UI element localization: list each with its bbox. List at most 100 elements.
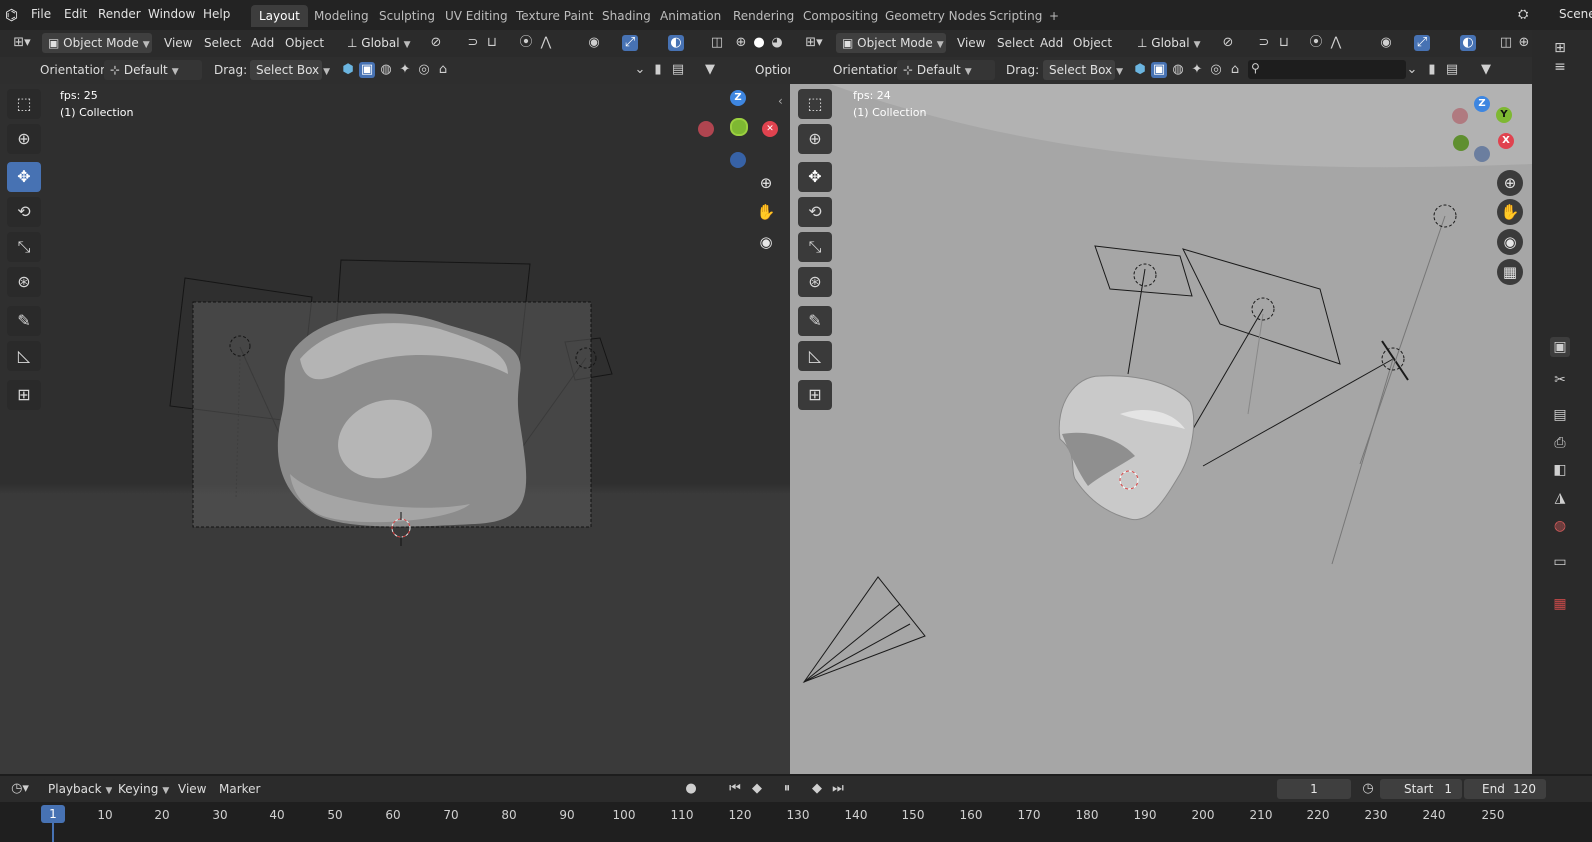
tab-animation[interactable]: Animation [652, 5, 729, 27]
axis-x-icon[interactable]: X [1498, 133, 1514, 149]
menu-object[interactable]: Object [285, 36, 324, 50]
pan-hand-icon[interactable]: ✋ [1497, 199, 1523, 225]
menu-edit[interactable]: Edit [64, 7, 87, 21]
filter-camera-icon[interactable]: ◎ [1208, 62, 1224, 78]
menu-icon[interactable]: ≡ [1550, 57, 1570, 77]
axis-y-icon[interactable] [730, 118, 748, 136]
shading-material-icon[interactable]: ◕ [769, 35, 785, 51]
mode-selector[interactable]: ▣ Object Mode ▼ [42, 33, 152, 53]
bookmark-icon[interactable]: ▮ [1424, 62, 1440, 78]
search-input[interactable]: ⚲ [1248, 60, 1406, 79]
record-icon[interactable]: ● [683, 781, 699, 797]
menu-select[interactable]: Select [204, 36, 241, 50]
transform-tool[interactable]: ⊛ [798, 267, 832, 297]
filter-icon[interactable]: ▼ [702, 62, 718, 78]
axis-z-icon[interactable]: Z [730, 90, 746, 106]
shading-wireframe-icon[interactable]: ⊕ [733, 35, 749, 51]
tab-geometry-nodes[interactable]: Geometry Nodes [877, 5, 994, 27]
left-viewport[interactable]: fps: 25 (1) Collection ⬚ ⊕ ✥ ⟲ ⤡ ⊛ ✎ ◺ ⊞… [0, 84, 790, 774]
filter-empty-icon[interactable]: ⌂ [435, 62, 451, 78]
add-cube-tool[interactable]: ⊞ [798, 380, 832, 410]
rotate-tool[interactable]: ⟲ [798, 197, 832, 227]
proportional-editing-icon[interactable]: ⦿ [1308, 35, 1324, 51]
keying-menu[interactable]: Keying ▼ [112, 779, 169, 799]
filter-light-icon[interactable]: ✦ [397, 62, 413, 78]
xray-toggle-icon[interactable]: ◫ [709, 35, 725, 51]
editor-type-icon[interactable]: ⊞▾ [800, 35, 828, 51]
falloff-icon[interactable]: ⋀ [538, 35, 554, 51]
jump-start-icon[interactable]: ⏮ [727, 781, 743, 797]
editor-type-icon[interactable]: ⊞▾ [8, 35, 36, 51]
proportional-editing-icon[interactable]: ⦿ [518, 35, 534, 51]
select-box-tool[interactable]: ⬚ [798, 89, 832, 119]
falloff-icon[interactable]: ⋀ [1328, 35, 1344, 51]
tab-sculpting[interactable]: Sculpting [371, 5, 443, 27]
drag-dropdown[interactable]: Select Box ▼ [1043, 60, 1123, 80]
editor-type-icon[interactable]: ⊞ [1550, 38, 1570, 58]
timeline-view-menu[interactable]: View [178, 782, 206, 796]
zoom-icon[interactable]: ⊕ [753, 170, 779, 196]
world-properties-icon[interactable]: ◍ [1550, 516, 1570, 536]
select-box-tool[interactable]: ⬚ [7, 89, 41, 119]
timeline-editor-icon[interactable]: ◷▾ [6, 781, 34, 797]
filter-camera-icon[interactable]: ◎ [416, 62, 432, 78]
scene-selector-icon[interactable]: ⛭ [1518, 6, 1536, 24]
menu-window[interactable]: Window [148, 7, 195, 21]
scene-name[interactable]: Scene [1559, 7, 1592, 21]
cursor-tool[interactable]: ⊕ [7, 124, 41, 154]
tab-texture-paint[interactable]: Texture Paint [508, 5, 601, 27]
tab-modeling[interactable]: Modeling [306, 5, 377, 27]
tab-rendering[interactable]: Rendering [725, 5, 802, 27]
next-keyframe-icon[interactable]: ◆ [809, 781, 825, 797]
play-pause-icon[interactable]: ⏸ [779, 781, 795, 797]
menu-select[interactable]: Select [997, 36, 1034, 50]
snap-icon[interactable]: ⊃ [465, 35, 481, 51]
transform-orientation-selector[interactable]: ⊥ Global ▼ [341, 33, 421, 53]
overlays-toggle-icon[interactable]: ◐ [668, 35, 684, 51]
gizmo-toggle-icon[interactable]: ⤢ [1414, 35, 1430, 51]
axis-neg-z-icon[interactable] [730, 152, 746, 168]
bookmark-icon[interactable]: ▮ [650, 62, 666, 78]
axis-neg-x-icon[interactable] [698, 121, 714, 137]
add-workspace-button[interactable]: + [1041, 5, 1067, 27]
pan-hand-icon[interactable]: ✋ [753, 199, 779, 225]
tab-shading[interactable]: Shading [594, 5, 659, 27]
view-layer-icon[interactable]: ◧ [1550, 460, 1570, 480]
orientation-dropdown[interactable]: ⊹ Default ▼ [897, 60, 995, 80]
axis-y-icon[interactable]: Y [1496, 107, 1512, 123]
blender-logo-icon[interactable]: ⌬ [5, 6, 23, 24]
add-cube-tool[interactable]: ⊞ [7, 380, 41, 410]
jump-end-icon[interactable]: ⏭ [830, 781, 846, 797]
camera-view-icon[interactable]: ◉ [1497, 229, 1523, 255]
timeline-ruler[interactable]: 1 10 20 30 40 50 60 70 80 90 100 110 120… [0, 802, 1592, 842]
tab-layout[interactable]: Layout [251, 5, 308, 27]
pivot-point-icon[interactable]: ⊘ [1220, 35, 1236, 51]
camera-view-icon[interactable]: ◉ [753, 229, 779, 255]
collapse-icon[interactable]: ⌄ [1404, 62, 1420, 78]
playback-menu[interactable]: Playback ▼ [42, 779, 112, 799]
mode-selector[interactable]: ▣ Object Mode ▼ [836, 33, 946, 53]
annotate-tool[interactable]: ✎ [7, 306, 41, 336]
texture-properties-icon[interactable]: ▦ [1550, 594, 1570, 614]
tab-compositing[interactable]: Compositing [795, 5, 886, 27]
filter-light-icon[interactable]: ✦ [1189, 62, 1205, 78]
collapse-sidebar-icon[interactable]: ‹ [778, 94, 783, 108]
filter-empty-icon[interactable]: ⌂ [1227, 62, 1243, 78]
xray-toggle-icon[interactable]: ◫ [1498, 35, 1514, 51]
zoom-icon[interactable]: ⊕ [1497, 170, 1523, 196]
axis-z-icon[interactable]: Z [1474, 96, 1490, 112]
menu-render[interactable]: Render [98, 7, 141, 21]
move-tool[interactable]: ✥ [7, 162, 41, 192]
render-properties-icon[interactable]: ▤ [1550, 405, 1570, 425]
axis-neg-x-icon[interactable] [1452, 108, 1468, 124]
tool-settings-icon[interactable]: ✂ [1550, 370, 1570, 390]
menu-help[interactable]: Help [203, 7, 230, 21]
overlays-toggle-icon[interactable]: ◐ [1460, 35, 1476, 51]
filter-curve-icon[interactable]: ◍ [1170, 62, 1186, 78]
pivot-point-icon[interactable]: ⊘ [428, 35, 444, 51]
visibility-icon[interactable]: ◉ [1378, 35, 1394, 51]
options-button[interactable]: Option [749, 60, 795, 80]
output-properties-icon[interactable]: ⎙ [1550, 433, 1570, 453]
collapse-icon[interactable]: ⌄ [632, 62, 648, 78]
transform-tool[interactable]: ⊛ [7, 267, 41, 297]
